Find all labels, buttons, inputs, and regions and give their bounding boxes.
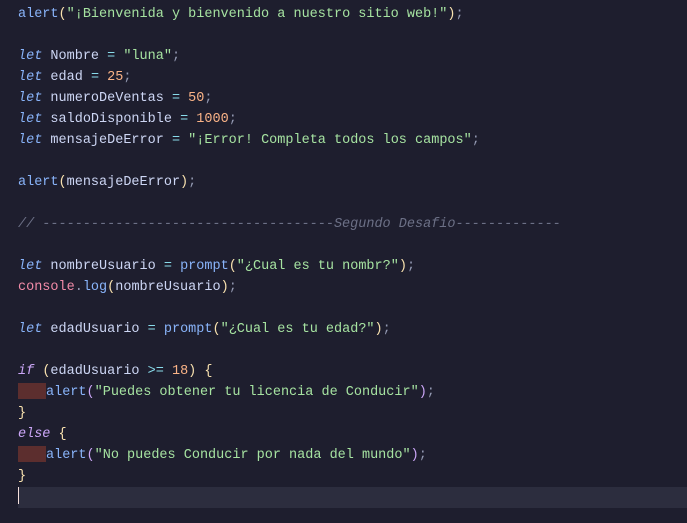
keyword: let (18, 112, 42, 127)
variable: nombreUsuario (50, 259, 155, 274)
keyword: let (18, 259, 42, 274)
code-line (18, 151, 687, 172)
string-literal: "¿Cual es tu edad?" (221, 322, 375, 337)
error-highlight (18, 446, 46, 462)
string-literal: "¡Bienvenida y bienvenido a nuestro siti… (67, 7, 448, 22)
keyword: let (18, 322, 42, 337)
code-line: // ------------------------------------S… (18, 214, 687, 235)
code-line (18, 235, 687, 256)
variable: numeroDeVentas (50, 91, 163, 106)
function-call: alert (46, 448, 87, 463)
code-line: else { (18, 424, 687, 445)
variable: nombreUsuario (115, 280, 220, 295)
code-line (18, 298, 687, 319)
error-highlight (18, 383, 46, 399)
variable: edadUsuario (50, 364, 139, 379)
number-literal: 25 (107, 70, 123, 85)
variable: mensajeDeError (50, 133, 163, 148)
method-call: log (83, 280, 107, 295)
number-literal: 50 (188, 91, 204, 106)
code-line-active (18, 487, 687, 508)
code-line (18, 340, 687, 361)
comment: // ------------------------------------S… (18, 217, 561, 232)
code-line: let edadUsuario = prompt("¿Cual es tu ed… (18, 319, 687, 340)
code-line: } (18, 403, 687, 424)
variable: mensajeDeError (67, 175, 180, 190)
code-line: let edad = 25; (18, 67, 687, 88)
code-line: alert(mensajeDeError); (18, 172, 687, 193)
code-line: let saldoDisponible = 1000; (18, 109, 687, 130)
code-line: alert("Puedes obtener tu licencia de Con… (18, 382, 687, 403)
function-call: alert (18, 7, 59, 22)
string-literal: "¿Cual es tu nombr?" (237, 259, 399, 274)
keyword: let (18, 133, 42, 148)
text-cursor (18, 487, 19, 504)
code-line: alert("¡Bienvenida y bienvenido a nuestr… (18, 4, 687, 25)
keyword: let (18, 70, 42, 85)
code-line: let nombreUsuario = prompt("¿Cual es tu … (18, 256, 687, 277)
code-editor[interactable]: alert("¡Bienvenida y bienvenido a nuestr… (0, 0, 687, 512)
code-line: } (18, 466, 687, 487)
string-literal: "¡Error! Completa todos los campos" (188, 133, 472, 148)
operator: >= (148, 364, 164, 379)
function-call: prompt (180, 259, 229, 274)
string-literal: "No puedes Conducir por nada del mundo" (95, 448, 411, 463)
code-line: if (edadUsuario >= 18) { (18, 361, 687, 382)
variable: edadUsuario (50, 322, 139, 337)
code-line: let Nombre = "luna"; (18, 46, 687, 67)
function-call: prompt (164, 322, 213, 337)
keyword-if: if (18, 364, 34, 379)
string-literal: "Puedes obtener tu licencia de Conducir" (95, 385, 419, 400)
function-call: alert (18, 175, 59, 190)
object: console (18, 280, 75, 295)
variable: saldoDisponible (50, 112, 172, 127)
keyword-else: else (18, 427, 50, 442)
variable: edad (50, 70, 82, 85)
code-line (18, 25, 687, 46)
code-line (18, 193, 687, 214)
code-line: console.log(nombreUsuario); (18, 277, 687, 298)
keyword: let (18, 91, 42, 106)
number-literal: 1000 (196, 112, 228, 127)
code-line: let numeroDeVentas = 50; (18, 88, 687, 109)
code-line: alert("No puedes Conducir por nada del m… (18, 445, 687, 466)
code-line: let mensajeDeError = "¡Error! Completa t… (18, 130, 687, 151)
string-literal: "luna" (123, 49, 172, 64)
number-literal: 18 (172, 364, 188, 379)
function-call: alert (46, 385, 87, 400)
keyword: let (18, 49, 42, 64)
variable: Nombre (50, 49, 99, 64)
